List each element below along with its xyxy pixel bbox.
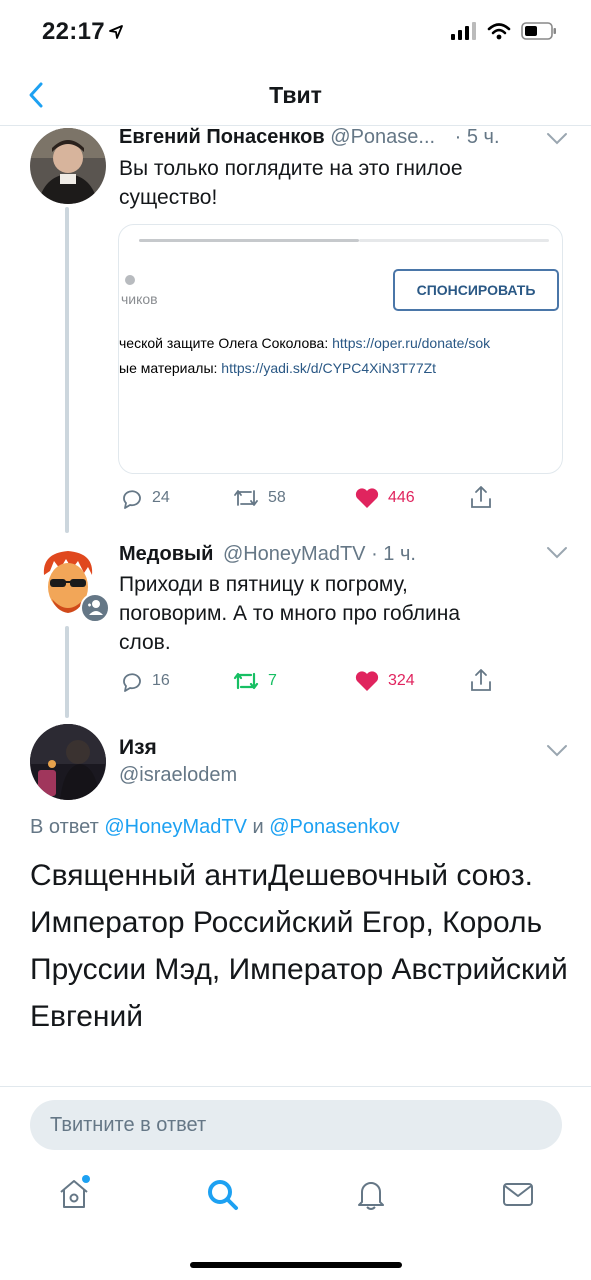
retweet-icon — [234, 490, 258, 506]
author-handle: @israelodem — [119, 764, 238, 786]
retweet-button[interactable]: 58 — [232, 486, 286, 510]
reply-input[interactable]: Твитните в ответ — [30, 1100, 562, 1150]
page-title: Твит — [269, 82, 322, 108]
card-link[interactable]: https://yadi.sk/d/CYPC4XiN3T77Zt — [221, 360, 436, 376]
divider — [0, 1086, 591, 1087]
retweet-count: 7 — [268, 672, 277, 689]
bell-icon[interactable] — [353, 1176, 389, 1212]
tweet-text: Приходи в пятницу к погрому, поговорим. … — [119, 570, 559, 657]
main-tweet-author-handle[interactable]: @israelodem — [119, 764, 237, 787]
status-bar: 22:17 — [0, 0, 591, 64]
reply-count: 16 — [152, 672, 170, 689]
tweet-text-line: поговорим. А то много про гоблина — [119, 602, 460, 625]
card-line-text: ческой защите Олега Соколова: — [119, 335, 333, 351]
wifi-icon — [487, 23, 511, 40]
chevron-down-icon[interactable] — [546, 132, 568, 146]
avatar-image — [30, 128, 106, 204]
main-tweet-text: Священный антиДешевочный союз. Император… — [30, 859, 568, 1033]
tweet-text-line: слов. — [119, 631, 171, 654]
mention-link[interactable]: @HoneyMadTV — [104, 816, 247, 838]
replying-to: В ответ @HoneyMadTV и @Ponasenkov — [30, 816, 400, 839]
tweet-text-line: Вы только поглядите на это гнилое — [119, 157, 463, 180]
tweet-text-line: существо! — [119, 186, 218, 209]
home-indicator — [190, 1262, 402, 1268]
card-subtitle: чиков — [121, 291, 158, 307]
reply-count: 24 — [152, 489, 170, 506]
mail-icon[interactable] — [500, 1176, 536, 1212]
tweet-text-line: Приходи в пятницу к погрому, — [119, 573, 408, 596]
tweet-time: · 1 ч. — [371, 543, 416, 565]
tweet-header: Медовый @HoneyMadTV · 1 ч. — [119, 543, 416, 566]
card-link[interactable]: https://oper.ru/donate/sok — [332, 335, 490, 351]
cellular-signal-icon — [451, 22, 476, 40]
card-verified-icon — [125, 275, 135, 285]
thread-line — [65, 207, 69, 533]
reply-button[interactable]: 16 — [120, 669, 170, 693]
like-button[interactable]: 446 — [354, 486, 415, 510]
tweet-author-handle[interactable]: @HoneyMadTV — [223, 543, 366, 565]
notification-dot — [82, 1175, 90, 1183]
tweet-time: · 5 ч. — [454, 126, 500, 148]
share-icon[interactable] — [468, 484, 494, 510]
card-line: ческой защите Олега Соколова: https://op… — [119, 335, 490, 351]
location-arrow-icon — [109, 25, 123, 39]
heart-icon — [355, 488, 379, 508]
tweet-header: Евгений Понасенков @Ponase... · 5 ч. — [119, 126, 500, 149]
chevron-down-icon[interactable] — [546, 744, 568, 758]
reply-button[interactable]: 24 — [120, 486, 170, 510]
tweet-author-handle[interactable]: @Ponase... — [330, 126, 435, 148]
share-icon[interactable] — [468, 667, 494, 693]
card-line: ые материалы: https://yadi.sk/d/CYPC4XiN… — [119, 360, 436, 376]
tweet-author-name[interactable]: Евгений Понасенков — [119, 126, 325, 148]
thread-line — [65, 626, 69, 718]
main-tweet-author-name[interactable]: Изя — [119, 736, 157, 760]
retweet-icon — [233, 672, 259, 690]
author-name: Изя — [119, 736, 157, 759]
status-indicators — [451, 22, 557, 40]
reply-icon — [123, 673, 141, 692]
chevron-down-icon[interactable] — [546, 546, 568, 560]
sponsor-button[interactable]: СПОНСИРОВАТЬ — [393, 269, 559, 311]
nav-bar: Твит — [0, 64, 591, 126]
card-line-text: ые материалы: — [119, 360, 222, 376]
search-icon[interactable] — [204, 1176, 240, 1212]
heart-icon — [355, 671, 379, 691]
avatar[interactable] — [30, 128, 106, 204]
tweet-text: Вы только поглядите на это гнилое сущест… — [119, 154, 559, 212]
tweet-author-name[interactable]: Медовый — [119, 543, 213, 565]
reply-icon — [123, 490, 141, 509]
like-button[interactable]: 324 — [354, 669, 415, 693]
card-scrollbar-track — [359, 239, 549, 242]
battery-icon — [521, 22, 556, 40]
avatar[interactable] — [30, 724, 106, 800]
status-time: 22:17 — [42, 18, 105, 45]
tab-bar — [0, 1160, 591, 1230]
follows-you-badge-icon — [80, 593, 110, 623]
replying-conj: и — [246, 816, 270, 838]
replying-prefix: В ответ — [30, 816, 105, 838]
retweet-button[interactable]: 7 — [232, 669, 277, 693]
retweet-count: 58 — [268, 489, 286, 506]
like-count: 324 — [388, 672, 415, 689]
card-scrollbar — [139, 239, 359, 242]
avatar-image — [30, 724, 106, 800]
media-card[interactable]: чиков СПОНСИРОВАТЬ ческой защите Олега С… — [118, 224, 563, 474]
like-count: 446 — [388, 489, 415, 506]
mention-link[interactable]: @Ponasenkov — [269, 816, 399, 838]
